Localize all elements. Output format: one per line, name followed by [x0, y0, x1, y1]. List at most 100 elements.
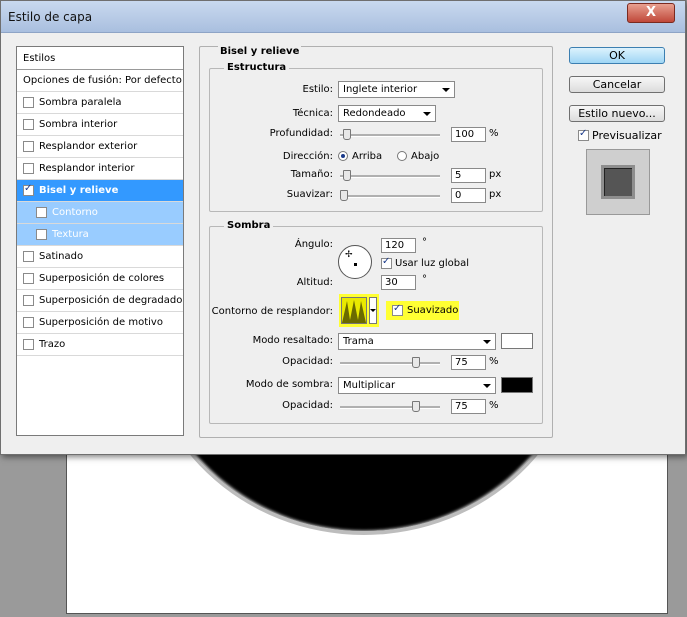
preview-checkbox[interactable]	[578, 128, 589, 141]
slider-thumb[interactable]	[343, 170, 351, 181]
soften-label: Suavizar:	[286, 189, 333, 200]
group-title: Estructura	[224, 62, 290, 73]
shadow-mode-label: Modo de sombra:	[245, 379, 333, 390]
highlight-color-swatch[interactable]	[501, 333, 533, 349]
highlight-mode-label: Modo resaltado:	[252, 335, 333, 346]
style-item-stroke[interactable]: Trazo	[17, 334, 183, 356]
depth-input[interactable]: 100	[451, 127, 486, 142]
angle-indicator	[354, 263, 357, 266]
new-style-button[interactable]: Estilo nuevo...	[569, 105, 665, 122]
depth-slider[interactable]	[340, 129, 440, 140]
style-select[interactable]: Inglete interior	[338, 81, 455, 98]
chevron-down-icon	[442, 88, 450, 92]
technique-select[interactable]: Redondeado	[338, 105, 436, 122]
size-input[interactable]: 5	[451, 168, 486, 183]
highlight-mode-select[interactable]: Trama	[338, 333, 496, 350]
style-preview-thumbnail	[586, 149, 650, 215]
style-item-inner-shadow[interactable]: Sombra interior	[17, 114, 183, 136]
direction-up-label: Arriba	[352, 151, 383, 162]
size-unit: px	[489, 169, 502, 180]
checkbox[interactable]	[36, 229, 47, 240]
altitude-label: Altitud:	[296, 277, 333, 288]
style-item-label: Resplandor interior	[39, 163, 135, 174]
technique-select-value: Redondeado	[343, 108, 406, 119]
highlight-opacity-label: Opacidad:	[282, 356, 333, 367]
checkbox[interactable]	[23, 141, 34, 152]
ok-button[interactable]: OK	[569, 47, 665, 64]
direction-label: Dirección:	[282, 151, 333, 162]
gloss-contour-highlight	[339, 294, 379, 327]
style-item-satin[interactable]: Satinado	[17, 246, 183, 268]
style-item-label: Satinado	[39, 251, 84, 262]
chevron-down-icon	[483, 384, 491, 388]
style-item-outer-glow[interactable]: Resplandor exterior	[17, 136, 183, 158]
checkbox[interactable]	[23, 119, 34, 130]
layer-style-dialog: Estilo de capa X Estilos Opciones de fus…	[0, 0, 686, 455]
style-item-bevel-emboss[interactable]: Bisel y relieve	[17, 180, 183, 202]
cancel-button[interactable]: Cancelar	[569, 76, 665, 93]
panel-title: Bisel y relieve	[218, 46, 302, 57]
preview-square	[601, 165, 635, 199]
style-item-label: Superposición de motivo	[39, 317, 163, 328]
blending-options-item[interactable]: Opciones de fusión: Por defecto	[17, 70, 183, 92]
altitude-input[interactable]: 30	[381, 275, 416, 290]
style-item-drop-shadow[interactable]: Sombra paralela	[17, 92, 183, 114]
slider-thumb[interactable]	[412, 401, 420, 412]
checkbox[interactable]	[36, 207, 47, 218]
depth-label: Profundidad:	[269, 128, 333, 139]
altitude-unit: °	[422, 274, 427, 285]
style-item-inner-glow[interactable]: Resplandor interior	[17, 158, 183, 180]
chevron-down-icon	[370, 309, 376, 312]
highlight-opacity-slider[interactable]	[340, 357, 440, 368]
shadow-opacity-input[interactable]: 75	[451, 399, 486, 414]
style-item-pattern-overlay[interactable]: Superposición de motivo	[17, 312, 183, 334]
checkbox[interactable]	[23, 339, 34, 350]
antialiased-checkbox[interactable]	[392, 303, 403, 316]
gloss-contour-dropdown[interactable]	[369, 297, 377, 324]
style-item-label: Resplandor exterior	[39, 141, 138, 152]
direction-up-radio[interactable]	[338, 151, 348, 161]
checkbox[interactable]	[23, 317, 34, 328]
style-item-texture[interactable]: Textura	[17, 224, 183, 246]
style-item-color-overlay[interactable]: Superposición de colores	[17, 268, 183, 290]
shadow-mode-select[interactable]: Multiplicar	[338, 377, 496, 394]
soften-unit: px	[489, 189, 502, 200]
style-item-gradient-overlay[interactable]: Superposición de degradado	[17, 290, 183, 312]
checkbox[interactable]	[23, 163, 34, 174]
checkbox[interactable]	[23, 295, 34, 306]
style-item-label: Contorno	[52, 207, 98, 218]
checkbox[interactable]	[23, 273, 34, 284]
highlight-opacity-input[interactable]: 75	[451, 355, 486, 370]
angle-input[interactable]: 120	[381, 238, 416, 253]
close-button[interactable]: X	[627, 3, 675, 23]
document-canvas[interactable]	[66, 440, 668, 614]
gloss-contour-picker[interactable]	[341, 297, 367, 324]
shadow-opacity-unit: %	[489, 400, 499, 411]
shadow-opacity-slider[interactable]	[340, 401, 440, 412]
global-light-checkbox[interactable]	[381, 256, 392, 269]
shadow-color-swatch[interactable]	[501, 377, 533, 393]
soften-input[interactable]: 0	[451, 188, 486, 203]
styles-list: Estilos Opciones de fusión: Por defecto …	[16, 46, 184, 436]
soften-slider[interactable]	[340, 190, 440, 201]
angle-dial[interactable]: ✢	[338, 245, 372, 279]
checkbox[interactable]	[23, 183, 34, 196]
style-item-label: Bisel y relieve	[39, 185, 119, 196]
style-select-value: Inglete interior	[343, 84, 418, 95]
gloss-contour-label: Contorno de resplandor:	[211, 306, 333, 317]
size-label: Tamaño:	[290, 169, 333, 180]
style-label: Estilo:	[302, 84, 334, 95]
contour-curve-icon	[342, 300, 366, 323]
size-slider[interactable]	[340, 170, 440, 181]
direction-down-radio[interactable]	[397, 151, 407, 161]
checkbox[interactable]	[23, 251, 34, 262]
style-item-contour[interactable]: Contorno	[17, 202, 183, 224]
slider-thumb[interactable]	[412, 357, 420, 368]
checkbox[interactable]	[23, 97, 34, 108]
slider-thumb[interactable]	[343, 129, 351, 140]
slider-thumb[interactable]	[340, 190, 348, 201]
style-item-label: Superposición de degradado	[39, 295, 183, 306]
style-item-label: Trazo	[39, 339, 66, 350]
styles-header[interactable]: Estilos	[17, 47, 183, 70]
style-item-label: Superposición de colores	[39, 273, 165, 284]
